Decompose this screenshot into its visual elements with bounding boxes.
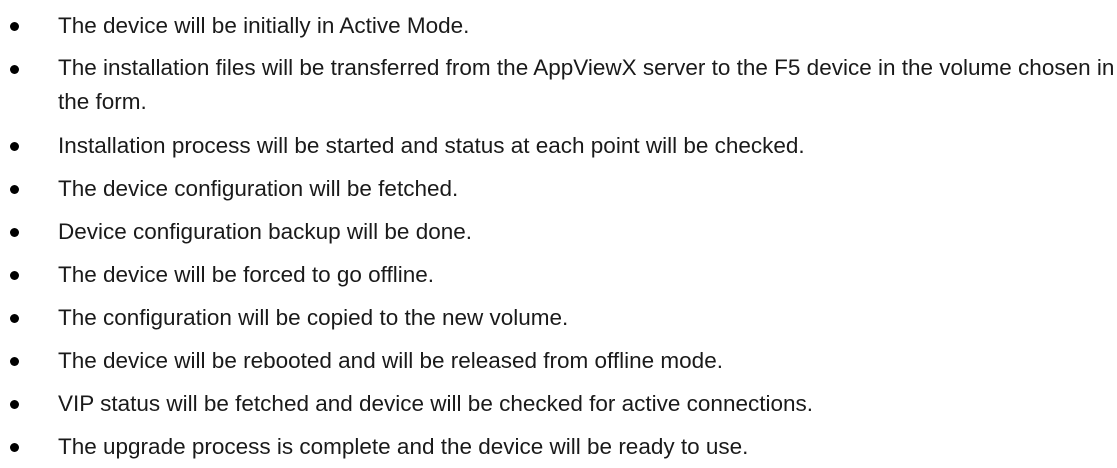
list-item: The device will be initially in Active M… bbox=[0, 4, 1117, 47]
list-item-text: The upgrade process is complete and the … bbox=[58, 434, 749, 459]
list-item-text: VIP status will be fetched and device wi… bbox=[58, 391, 814, 416]
document-page: The device will be initially in Active M… bbox=[0, 0, 1117, 464]
bullet-icon bbox=[10, 142, 19, 151]
list-item: The installation files will be transferr… bbox=[0, 47, 1117, 124]
list-item-text: The device configuration will be fetched… bbox=[58, 176, 459, 201]
list-item-text: The configuration will be copied to the … bbox=[58, 305, 569, 330]
bullet-icon bbox=[10, 443, 19, 452]
bullet-icon bbox=[10, 22, 19, 31]
list-item: Installation process will be started and… bbox=[0, 124, 1117, 167]
list-item: The device will be rebooted and will be … bbox=[0, 339, 1117, 382]
list-item: The device configuration will be fetched… bbox=[0, 167, 1117, 210]
list-item-text: Device configuration backup will be done… bbox=[58, 219, 472, 244]
list-item: The device will be forced to go offline. bbox=[0, 253, 1117, 296]
bullet-icon bbox=[10, 357, 19, 366]
list-item-text: The installation files will be transferr… bbox=[58, 55, 1115, 114]
list-item: VIP status will be fetched and device wi… bbox=[0, 382, 1117, 425]
bullet-icon bbox=[10, 314, 19, 323]
list-item-text: The device will be initially in Active M… bbox=[58, 13, 470, 38]
list-item-text: Installation process will be started and… bbox=[58, 133, 805, 158]
bullet-icon bbox=[10, 400, 19, 409]
list-item: The upgrade process is complete and the … bbox=[0, 425, 1117, 468]
bullet-icon bbox=[10, 185, 19, 194]
list-item: The configuration will be copied to the … bbox=[0, 296, 1117, 339]
bullet-list: The device will be initially in Active M… bbox=[0, 4, 1117, 468]
bullet-icon bbox=[10, 228, 19, 237]
bullet-icon bbox=[10, 65, 19, 74]
list-item-text: The device will be forced to go offline. bbox=[58, 262, 435, 287]
bullet-icon bbox=[10, 271, 19, 280]
list-item-text: The device will be rebooted and will be … bbox=[58, 348, 723, 373]
list-item: Device configuration backup will be done… bbox=[0, 210, 1117, 253]
